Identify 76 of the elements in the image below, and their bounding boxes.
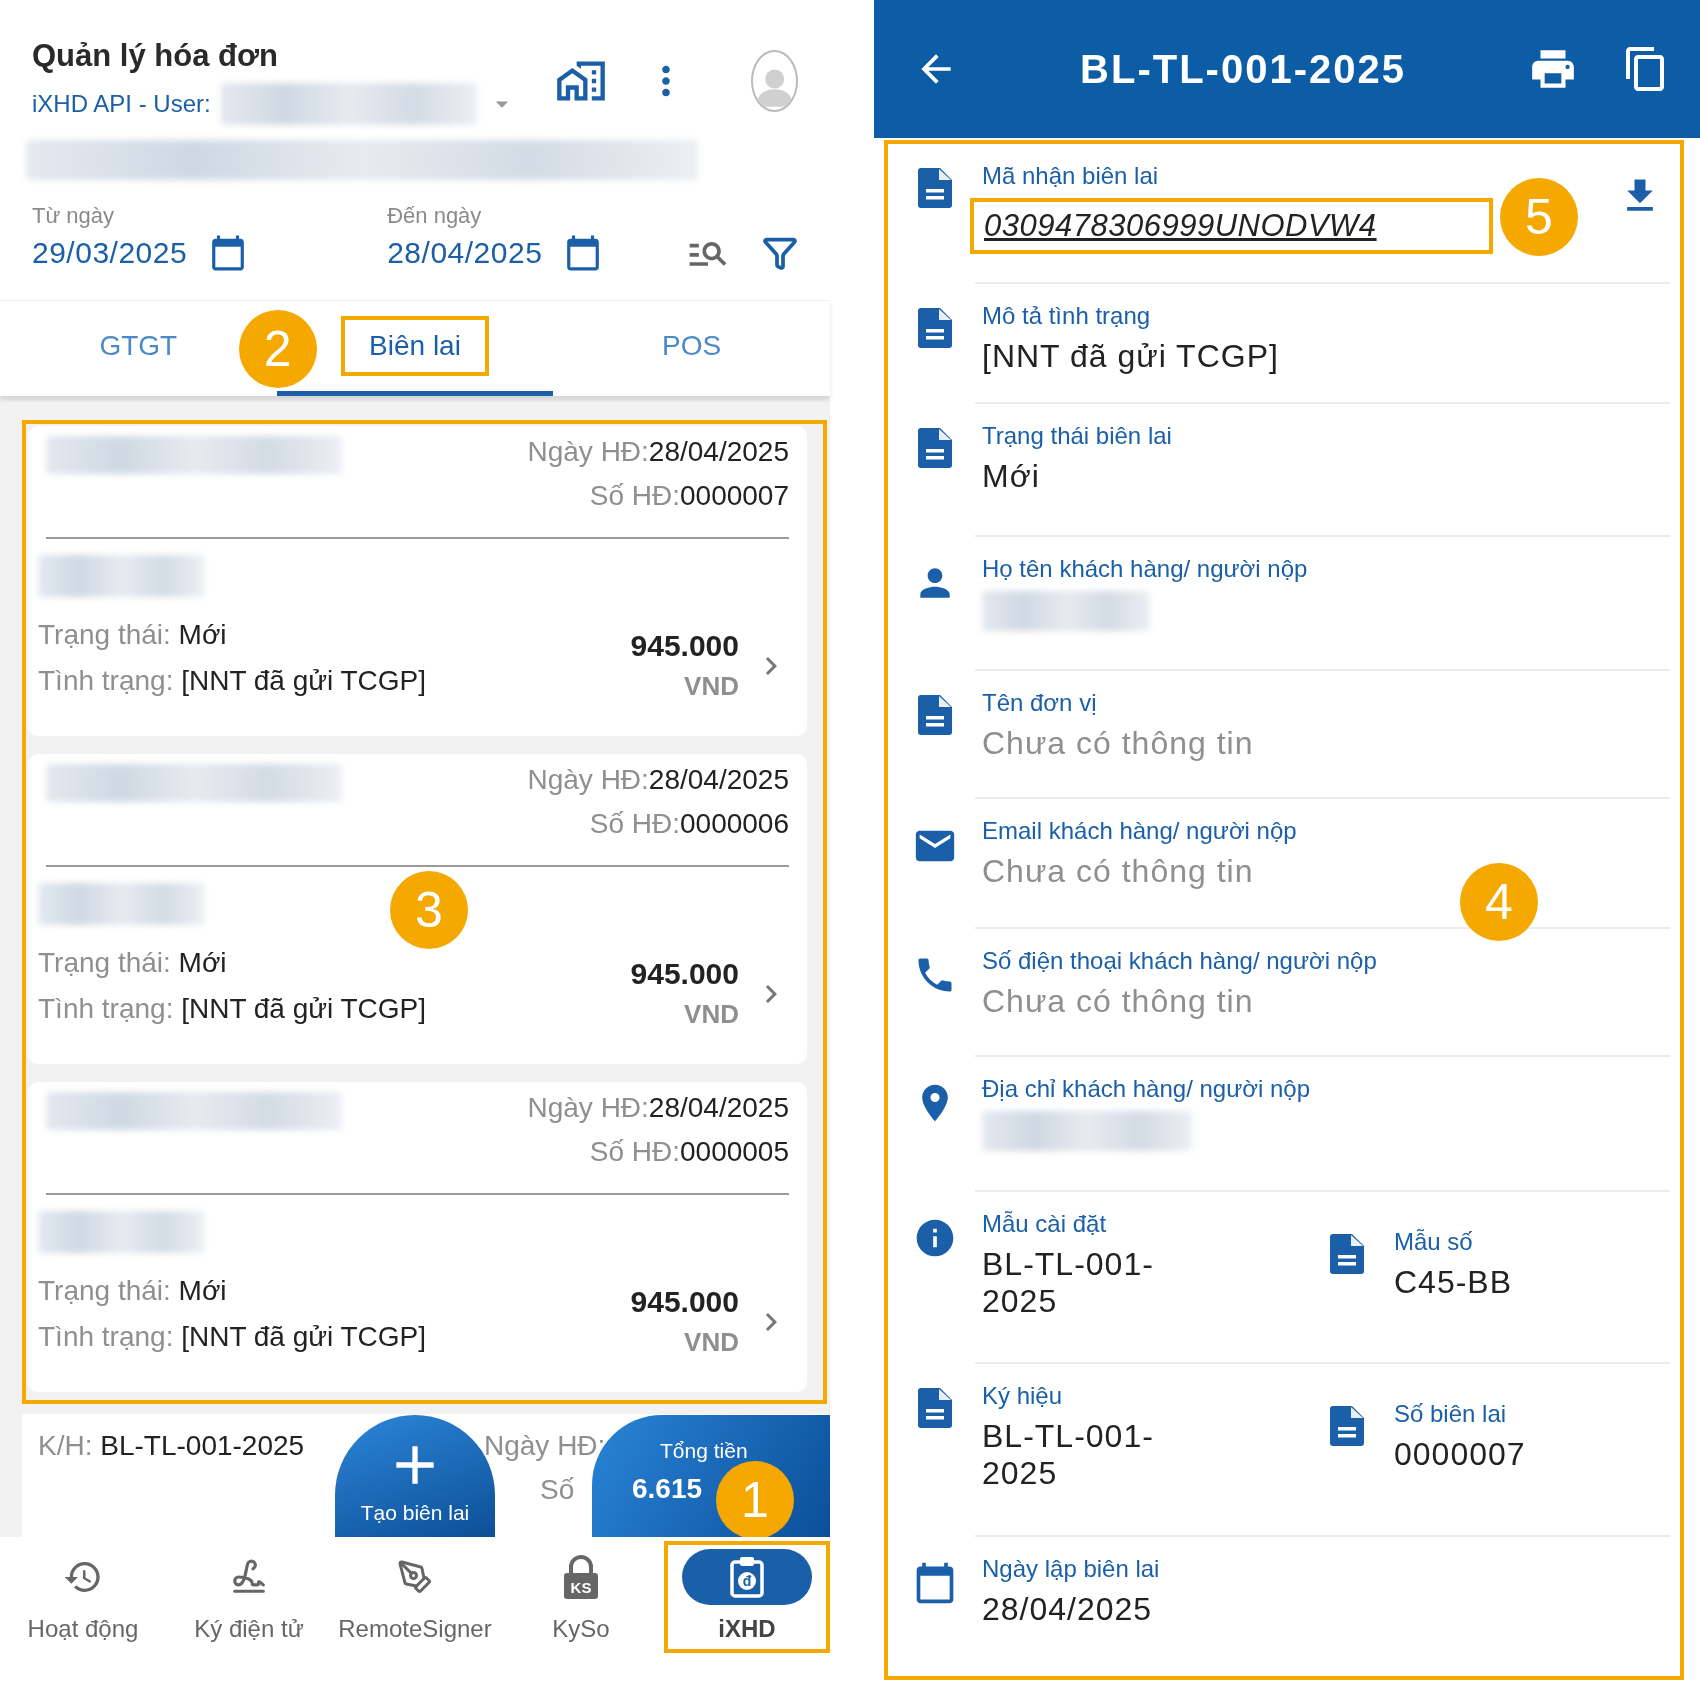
invoice-status: Trạng thái: Mới xyxy=(38,619,228,651)
invoice-amount: 945.000 xyxy=(630,1285,739,1319)
field-value: 0000007 xyxy=(1394,1436,1526,1473)
field-label: Mẫu cài đặt xyxy=(982,1210,1108,1238)
document-icon xyxy=(918,168,952,208)
callout-number: 2 xyxy=(238,310,317,388)
invoice-status: Trạng thái: Mới xyxy=(38,1275,228,1307)
field-label: Ngày lập biên lai xyxy=(982,1555,1161,1583)
field-value: Chưa có thông tin xyxy=(982,853,1255,890)
field-label: Địa chỉ khách hàng/ người nộp xyxy=(982,1075,1311,1103)
invoice-number: Số HĐ:0000006 xyxy=(589,808,789,840)
callout-number: 5 xyxy=(1500,178,1578,256)
field-label: Ký hiệu xyxy=(982,1382,1064,1410)
nav-item[interactable]: RemoteSigner xyxy=(332,1541,498,1653)
fountain-pen-icon xyxy=(397,1559,433,1595)
field-label: Mẫu số xyxy=(1394,1228,1474,1256)
invoice-condition: Tình trạng: [NNT đã gửi TCGP] xyxy=(38,665,427,697)
total-label: Tổng tiền xyxy=(660,1439,748,1463)
date-value[interactable]: 28/04/2025 xyxy=(387,236,543,270)
field-label: Mô tả tình trạng xyxy=(982,302,1152,330)
invoice-date: Ngày HĐ:28/04/2025 xyxy=(527,436,789,468)
currency: VND xyxy=(684,1327,739,1358)
field-value: Chưa có thông tin xyxy=(982,983,1255,1020)
field-value: 28/04/2025 xyxy=(982,1591,1154,1628)
invoice-number: Số HĐ:0000005 xyxy=(589,1136,789,1168)
date-label: Từ ngày xyxy=(32,202,115,230)
field-value: [NNT đã gửi TCGP] xyxy=(982,338,1280,375)
currency: VND xyxy=(684,999,739,1030)
document-icon xyxy=(918,1388,952,1428)
invoice-card[interactable]: Ngày HĐ:28/04/2025 Số HĐ:0000007 Trạng thái: Mới Tình trạng: [NNT đã gửi TCGP] 945.000 VND xyxy=(28,426,807,736)
invoice-date: Ngày HĐ:28/04/2025 xyxy=(527,1092,789,1124)
field-label: Tên đơn vị xyxy=(982,689,1098,717)
field-label: Họ tên khách hàng/ người nộp xyxy=(982,555,1309,583)
field-value: BL-TL-001-2025 xyxy=(982,1418,1155,1492)
field-label: Số biên lai xyxy=(1394,1400,1508,1428)
invoice-condition: Tình trạng: [NNT đã gửi TCGP] xyxy=(38,1321,427,1353)
app-title: Quản lý hóa đơn xyxy=(32,37,279,75)
total-value: 6.615 xyxy=(632,1473,703,1505)
tab[interactable]: GTGT xyxy=(71,316,206,376)
user-label: iXHD API - User: xyxy=(32,90,211,118)
receipt-code-link[interactable]: 0309478306999UNODVW4 xyxy=(984,208,1377,244)
filter-icon[interactable] xyxy=(762,235,798,271)
date-value[interactable]: 29/03/2025 xyxy=(32,236,188,270)
invoice-status: Trạng thái: Mới xyxy=(38,947,228,979)
field-value: C45-BB xyxy=(1394,1264,1513,1301)
currency: VND xyxy=(684,671,739,702)
document-icon xyxy=(918,428,952,468)
invoice-condition: Tình trạng: [NNT đã gửi TCGP] xyxy=(38,993,427,1025)
nav-item[interactable]: Ký điện tử xyxy=(166,1541,332,1653)
document-icon xyxy=(1330,1234,1364,1274)
field-label: Trạng thái biên lai xyxy=(982,422,1173,450)
document-icon xyxy=(1330,1406,1364,1446)
invoice-number: Số HĐ:0000007 xyxy=(589,480,789,512)
invoice-card[interactable]: Ngày HĐ:28/04/2025 Số HĐ:0000005 Trạng thái: Mới Tình trạng: [NNT đã gửi TCGP] 945.000 VND xyxy=(28,1082,807,1392)
field-label: Số điện thoại khách hàng/ người nộp xyxy=(982,947,1378,975)
document-icon xyxy=(918,308,952,348)
field-value: BL-TL-001-2025 xyxy=(982,1246,1155,1320)
tab[interactable]: Biên lai xyxy=(341,316,489,376)
receipt-title: BL-TL-001-2025 xyxy=(1079,46,1407,92)
invoice-amount: 945.000 xyxy=(630,957,739,991)
field-label: Email khách hàng/ người nộp xyxy=(982,817,1298,845)
nav-item[interactable]: Hoạt động xyxy=(0,1541,166,1653)
invoice-amount: 945.000 xyxy=(630,629,739,663)
field-value: Mới xyxy=(982,458,1041,495)
field-label: Mã nhận biên lai xyxy=(982,162,1160,190)
field-value: Chưa có thông tin xyxy=(982,725,1255,762)
signature-pen-icon xyxy=(230,1558,268,1596)
document-icon xyxy=(918,695,952,735)
callout-number: 4 xyxy=(1460,863,1538,941)
nav-item[interactable]: KS KySo xyxy=(498,1541,664,1653)
date-label: Đến ngày xyxy=(387,202,483,230)
tab[interactable]: POS xyxy=(634,316,750,376)
invoice-date: Ngày HĐ:28/04/2025 xyxy=(527,764,789,796)
invoice-number: Số xyxy=(539,1474,576,1506)
nav-item[interactable]: đ iXHD xyxy=(664,1541,830,1653)
invoice-symbol: K/H: BL-TL-001-2025 xyxy=(38,1430,305,1461)
